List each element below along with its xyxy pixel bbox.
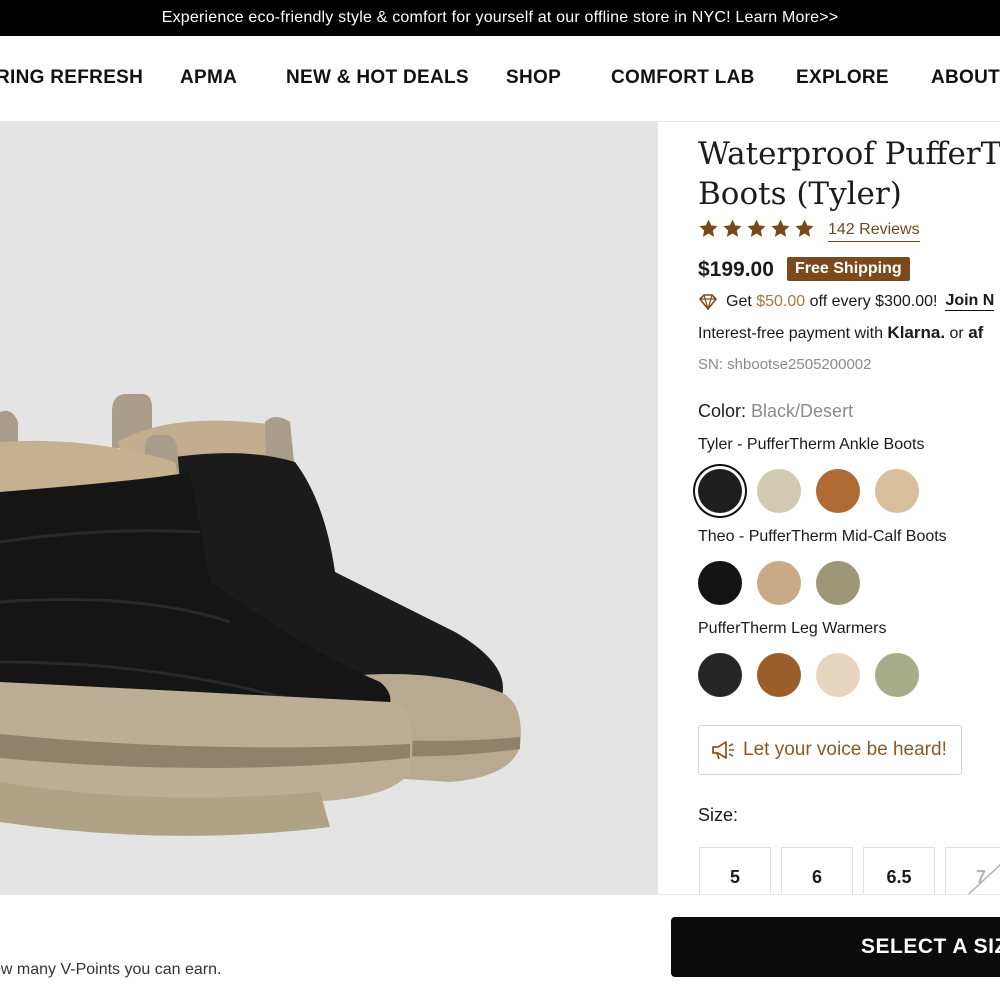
select-size-button[interactable]: SELECT A SIZE: [671, 917, 1000, 977]
size-option-6-5[interactable]: 6.5: [863, 847, 935, 894]
payment-or: or: [949, 325, 964, 342]
main-nav: RING REFRESH APMA NEW & HOT DEALS SHOP C…: [0, 36, 1000, 122]
star-icon: [699, 219, 718, 237]
size-value: 6.5: [886, 866, 912, 887]
nav-item-explore[interactable]: EXPLORE: [796, 67, 889, 89]
product-image[interactable]: [0, 122, 658, 894]
size-value: 6: [811, 866, 822, 887]
nav-item-new-hot-deals[interactable]: NEW & HOT DEALS: [286, 67, 469, 89]
payment-line: Interest-free payment with Klarna. or af: [698, 323, 983, 343]
sku-number: SN: shbootse2505200002: [698, 356, 872, 373]
promo-amount: $50.00: [756, 292, 806, 310]
payment-prefix: Interest-free payment with: [698, 325, 883, 342]
group-label-leg-warmers: PufferTherm Leg Warmers: [698, 620, 887, 637]
product-title: Waterproof PufferTher Boots (Tyler): [698, 134, 1000, 214]
sticky-bottom-bar: ow many V-Points you can earn. SELECT A …: [0, 894, 1000, 1001]
star-icon: [795, 219, 814, 237]
swatch-theo-black[interactable]: [698, 561, 742, 605]
swatch-tyler-cognac[interactable]: [816, 469, 860, 513]
swatch-theo-taupe[interactable]: [757, 561, 801, 605]
boots-illustration: [0, 394, 521, 836]
feedback-label: Let your voice be heard!: [743, 739, 947, 760]
star-icon: [723, 219, 742, 237]
swatch-warmers-brown[interactable]: [757, 653, 801, 697]
star-icon: [771, 219, 790, 237]
announcement-bar[interactable]: Experience eco-friendly style & comfort …: [0, 0, 1000, 36]
group-label-tyler: Tyler - PufferTherm Ankle Boots: [698, 436, 925, 453]
size-value: 5: [729, 866, 740, 887]
product-price: $199.00: [698, 258, 774, 281]
unavailable-slash-icon: [967, 863, 1000, 894]
feedback-button[interactable]: Let your voice be heard!: [698, 725, 962, 775]
size-label: Size:: [698, 805, 739, 825]
swatch-theo-olive[interactable]: [816, 561, 860, 605]
color-label: Color:: [698, 401, 747, 421]
nav-item-apma[interactable]: APMA: [180, 67, 237, 89]
reviews-link[interactable]: 142 Reviews: [828, 221, 920, 242]
diamond-icon: [698, 293, 718, 310]
nav-item-about[interactable]: ABOUT: [931, 67, 1000, 89]
select-size-label: SELECT A SIZE: [861, 935, 1000, 958]
nav-item-comfort-lab[interactable]: COMFORT LAB: [611, 67, 755, 89]
size-option-6[interactable]: 6: [781, 847, 853, 894]
product-title-line2: Boots (Tyler): [698, 176, 902, 212]
star-icon: [747, 219, 766, 237]
swatch-tyler-black[interactable]: [698, 469, 742, 513]
product-info-panel: Waterproof PufferTher Boots (Tyler) 142 …: [658, 122, 1000, 894]
product-title-line1: Waterproof PufferTher: [698, 136, 1000, 172]
color-selected: Color: Black/Desert: [698, 401, 853, 422]
free-shipping-badge: Free Shipping: [787, 257, 910, 281]
swatch-warmers-cream[interactable]: [816, 653, 860, 697]
vpoints-text: ow many V-Points you can earn.: [0, 961, 222, 978]
swatch-warmers-black[interactable]: [698, 653, 742, 697]
klarna-logo[interactable]: Klarna.: [887, 323, 945, 342]
promo-suffix: off every $300.00!: [809, 292, 938, 310]
announcement-text[interactable]: Experience eco-friendly style & comfort …: [162, 9, 839, 27]
nav-item-shop[interactable]: SHOP: [506, 67, 561, 89]
megaphone-icon: [712, 741, 734, 760]
join-link[interactable]: Join N: [945, 292, 995, 311]
swatch-tyler-sage[interactable]: [757, 469, 801, 513]
promo-prefix: Get: [726, 292, 752, 310]
size-option-7-unavailable[interactable]: 7: [945, 847, 1000, 894]
promo-line: Get $50.00 off every $300.00! Join N: [698, 292, 995, 311]
color-value: Black/Desert: [751, 401, 854, 421]
group-label-theo: Theo - PufferTherm Mid-Calf Boots: [698, 528, 947, 545]
affirm-logo[interactable]: af: [968, 323, 983, 342]
rating-stars[interactable]: [698, 218, 815, 239]
size-option-5[interactable]: 5: [699, 847, 771, 894]
swatch-warmers-moss[interactable]: [875, 653, 919, 697]
nav-item-spring-refresh[interactable]: RING REFRESH: [0, 67, 143, 89]
swatch-tyler-sand[interactable]: [875, 469, 919, 513]
